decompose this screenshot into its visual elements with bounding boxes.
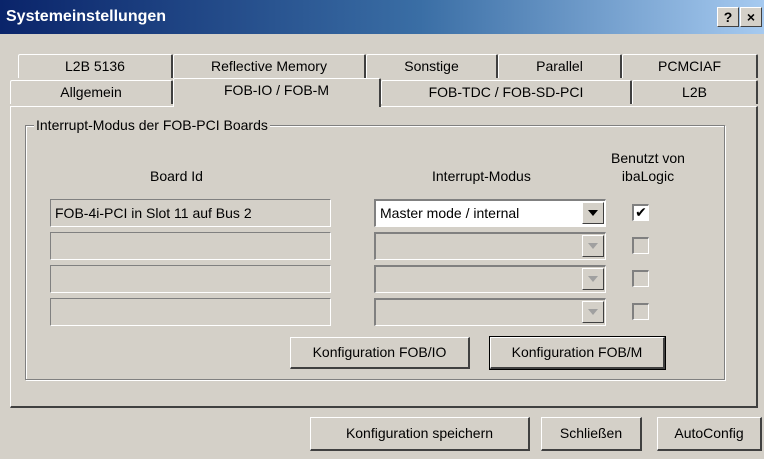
tab-parallel[interactable]: Parallel: [498, 54, 622, 78]
tab-pcmciaf[interactable]: PCMCIAF: [622, 54, 758, 78]
tab-sonstige[interactable]: Sonstige: [366, 54, 498, 78]
chevron-down-icon: [588, 210, 598, 216]
column-header-used-line2: ibaLogic: [621, 168, 675, 184]
tab-fob-tdc-fob-sd-pci[interactable]: FOB-TDC / FOB-SD-PCI: [381, 80, 632, 104]
interrupt-mode-select[interactable]: [374, 265, 606, 293]
configure-fob-m-button[interactable]: Konfiguration FOB/M: [489, 336, 666, 370]
tab-label: Reflective Memory: [211, 58, 327, 74]
group-title: Interrupt-Modus der FOB-PCI Boards: [34, 117, 270, 133]
used-by-ibalogic-checkbox[interactable]: [632, 270, 649, 287]
close-button[interactable]: Schließen: [541, 417, 642, 451]
tab-label: Sonstige: [404, 58, 459, 74]
tab-label: FOB-TDC / FOB-SD-PCI: [428, 84, 584, 100]
board-id-field: [50, 265, 331, 293]
interrupt-mode-select[interactable]: [374, 298, 606, 326]
board-id-field: [50, 298, 331, 326]
column-header-used-line1: Benutzt von: [611, 150, 685, 166]
dropdown-button[interactable]: [582, 301, 604, 323]
tab-fob-io-fob-m[interactable]: FOB-IO / FOB-M: [173, 78, 381, 107]
help-icon: ?: [723, 9, 733, 25]
chevron-down-icon: [588, 243, 598, 249]
tab-label: Allgemein: [60, 84, 122, 100]
help-button[interactable]: ?: [717, 7, 739, 27]
configure-fob-io-button[interactable]: Konfiguration FOB/IO: [290, 337, 470, 369]
used-by-ibalogic-checkbox[interactable]: [632, 237, 649, 254]
tab-l2b-5136[interactable]: L2B 5136: [18, 54, 173, 78]
interrupt-mode-select[interactable]: [374, 232, 606, 260]
column-header-board-id: Board Id: [150, 168, 203, 184]
dropdown-button[interactable]: [582, 268, 604, 290]
interrupt-mode-select[interactable]: Master mode / internal: [374, 199, 606, 227]
chevron-down-icon: [588, 309, 598, 315]
board-id-field: FOB-4i-PCI in Slot 11 auf Bus 2: [50, 199, 331, 227]
tab-label: L2B 5136: [65, 58, 125, 74]
column-header-interrupt-mode: Interrupt-Modus: [432, 168, 531, 184]
interrupt-mode-value: Master mode / internal: [380, 205, 520, 221]
close-window-button[interactable]: ×: [740, 7, 762, 27]
tab-reflective-memory[interactable]: Reflective Memory: [173, 54, 366, 78]
dropdown-button[interactable]: [582, 202, 604, 224]
autoconfig-button[interactable]: AutoConfig: [657, 417, 762, 451]
tab-label: PCMCIAF: [658, 58, 721, 74]
dropdown-button[interactable]: [582, 235, 604, 257]
used-by-ibalogic-checkbox[interactable]: [632, 303, 649, 320]
board-id-field: [50, 232, 331, 260]
title-bar: Systemeinstellungen: [0, 0, 764, 34]
window-title: Systemeinstellungen: [6, 8, 167, 25]
tab-allgemein[interactable]: Allgemein: [10, 80, 173, 104]
chevron-down-icon: [588, 276, 598, 282]
used-by-ibalogic-checkbox[interactable]: ✔: [632, 204, 649, 221]
save-config-button[interactable]: Konfiguration speichern: [310, 417, 530, 451]
checkmark-icon: ✔: [635, 204, 647, 220]
tab-l2b[interactable]: L2B: [632, 80, 758, 104]
tab-label: L2B: [682, 84, 707, 100]
tab-label: FOB-IO / FOB-M: [224, 82, 329, 98]
tab-label: Parallel: [536, 58, 583, 74]
close-icon: ×: [746, 9, 756, 25]
